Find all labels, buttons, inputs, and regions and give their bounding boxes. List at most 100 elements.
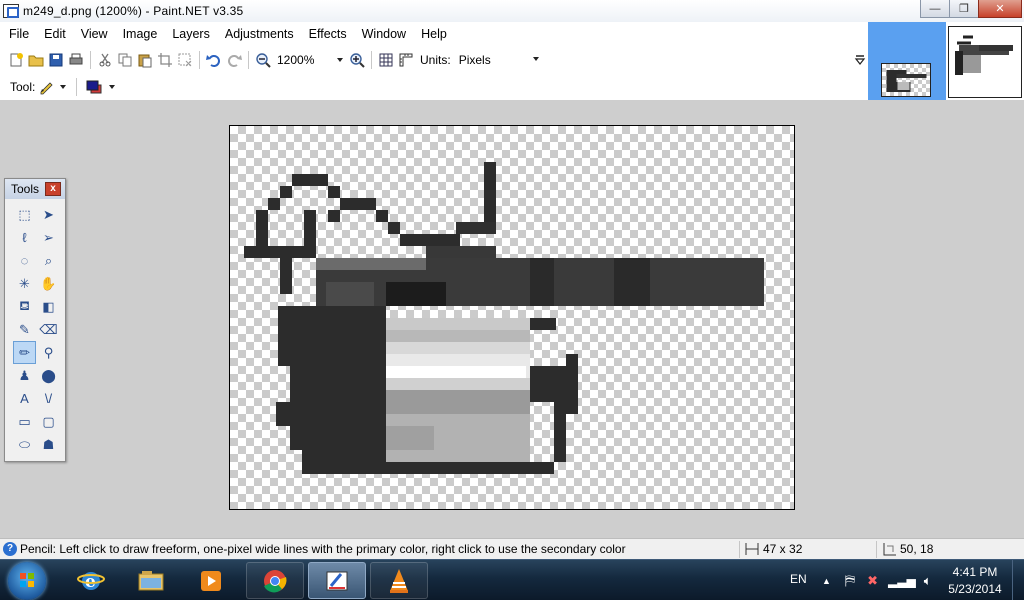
- taskbar-chrome[interactable]: [246, 562, 304, 599]
- toolbar-separator: [90, 50, 91, 69]
- lasso-select-icon: ℓ: [22, 230, 27, 245]
- tool-button[interactable]: ✏: [13, 341, 36, 364]
- taskbar-explorer[interactable]: [122, 562, 180, 599]
- cut-icon[interactable]: [95, 50, 114, 69]
- chrome-icon: [264, 569, 287, 592]
- tool-button[interactable]: ◌: [13, 249, 36, 272]
- image-tab-selected[interactable]: [868, 22, 946, 100]
- rectangle-icon: ▭: [18, 413, 31, 429]
- tool-button[interactable]: A: [13, 387, 36, 410]
- taskbar-vlc[interactable]: [370, 562, 428, 599]
- tool-button[interactable]: ⌕: [37, 249, 60, 272]
- tool-button[interactable]: ⌫: [37, 318, 60, 341]
- image-size-field: 47 x 32: [744, 542, 802, 556]
- window-controls: — ❐ ✕: [920, 0, 1022, 18]
- tool-button[interactable]: ◧: [37, 295, 60, 318]
- minimize-button[interactable]: —: [920, 0, 950, 18]
- current-tool-pencil-icon[interactable]: [38, 79, 54, 95]
- open-icon[interactable]: [26, 50, 45, 69]
- clock[interactable]: 4:41 PM 5/23/2014: [940, 564, 1010, 598]
- tool-button[interactable]: ➢: [37, 226, 60, 249]
- show-desktop-button[interactable]: [1012, 560, 1024, 600]
- rulers-icon[interactable]: [396, 50, 415, 69]
- text-icon: A: [20, 391, 29, 406]
- menu-view[interactable]: View: [75, 27, 114, 41]
- chevron-down-icon[interactable]: [60, 84, 67, 89]
- tool-button[interactable]: ▭: [13, 410, 36, 433]
- zoom-icon: ⌕: [44, 252, 53, 268]
- language-indicator[interactable]: EN: [790, 572, 807, 586]
- help-icon: ?: [3, 542, 17, 556]
- main-toolbar: 1200% Units: Pixels: [0, 46, 868, 73]
- menu-edit[interactable]: Edit: [38, 27, 72, 41]
- taskbar-media-player[interactable]: [182, 562, 240, 599]
- save-icon[interactable]: [46, 50, 65, 69]
- tools-close-button[interactable]: x: [45, 182, 61, 196]
- rectangle-select-icon: ⬚: [18, 206, 31, 222]
- volume-icon[interactable]: 🔈︎: [924, 573, 932, 589]
- color-swatch-icon[interactable]: [85, 79, 103, 95]
- status-bar: ? Pencil: Left click to draw freeform, o…: [0, 538, 1024, 559]
- taskbar-paintnet[interactable]: [308, 562, 366, 599]
- chevron-down-icon[interactable]: [109, 84, 116, 89]
- tool-button[interactable]: ▢: [37, 410, 60, 433]
- crop-to-selection-icon[interactable]: [155, 50, 174, 69]
- vlc-icon: [390, 568, 408, 593]
- deselect-icon[interactable]: [175, 50, 194, 69]
- toolbar-overflow-icon[interactable]: [854, 54, 866, 66]
- menu-adjustments[interactable]: Adjustments: [219, 27, 300, 41]
- action-center-icon[interactable]: ⛿: [845, 572, 855, 589]
- menu-help[interactable]: Help: [415, 27, 453, 41]
- image-thumbnail-second[interactable]: [948, 26, 1022, 98]
- menu-bar: File Edit View Image Layers Adjustments …: [0, 22, 868, 46]
- tool-button[interactable]: ✳: [13, 272, 36, 295]
- menu-effects[interactable]: Effects: [303, 27, 353, 41]
- tool-button[interactable]: ⬚: [13, 203, 36, 226]
- start-button[interactable]: [8, 562, 46, 600]
- color-picker-icon: ⚲: [43, 344, 54, 360]
- internet-explorer-icon: e: [77, 571, 105, 592]
- tool-button[interactable]: ➤: [37, 203, 60, 226]
- tool-button[interactable]: ⬤: [37, 364, 60, 387]
- new-image-icon[interactable]: [6, 50, 25, 69]
- paste-icon[interactable]: [135, 50, 154, 69]
- signal-strength-icon[interactable]: ▂▃▅: [888, 574, 916, 588]
- undo-icon[interactable]: [204, 50, 223, 69]
- copy-icon[interactable]: [115, 50, 134, 69]
- zoom-in-icon[interactable]: [347, 50, 366, 69]
- menu-file[interactable]: File: [3, 27, 35, 41]
- image-canvas[interactable]: [229, 125, 795, 510]
- tools-window-titlebar[interactable]: Tools x: [5, 179, 65, 199]
- tool-button[interactable]: ♟: [13, 364, 36, 387]
- paintnet-app-icon[interactable]: [3, 4, 19, 18]
- print-icon[interactable]: [66, 50, 85, 69]
- folder-icon: [138, 570, 164, 590]
- tool-button[interactable]: ⬭: [13, 433, 36, 456]
- tool-button[interactable]: ✋: [37, 272, 60, 295]
- tool-button[interactable]: ℓ: [13, 226, 36, 249]
- units-dropdown[interactable]: Pixels: [454, 49, 543, 70]
- menu-image[interactable]: Image: [117, 27, 164, 41]
- paintnet-icon: [326, 571, 348, 590]
- ellipse-select-icon: ◌: [20, 253, 29, 268]
- network-error-icon[interactable]: ✖: [867, 573, 878, 589]
- zoom-out-icon[interactable]: [253, 50, 272, 69]
- zoom-dropdown[interactable]: 1200%: [273, 50, 347, 69]
- tool-button[interactable]: ⛾: [13, 295, 36, 318]
- maximize-button[interactable]: ❐: [949, 0, 979, 18]
- menu-window[interactable]: Window: [356, 27, 412, 41]
- clock-date: 5/23/2014: [948, 582, 1002, 596]
- clone-stamp-icon: ♟: [18, 367, 31, 383]
- redo-icon[interactable]: [224, 50, 243, 69]
- media-player-icon: [201, 570, 221, 591]
- tool-button[interactable]: \/: [37, 387, 60, 410]
- grid-icon[interactable]: [376, 50, 395, 69]
- tool-button[interactable]: ⚲: [37, 341, 60, 364]
- show-hidden-icons-icon[interactable]: ▲: [822, 576, 831, 586]
- taskbar-internet-explorer[interactable]: e: [62, 562, 120, 599]
- menu-layers[interactable]: Layers: [166, 27, 216, 41]
- close-button[interactable]: ✕: [978, 0, 1022, 18]
- image-thumbnail-m249[interactable]: [881, 63, 931, 97]
- tool-button[interactable]: ☗: [37, 433, 60, 456]
- tool-button[interactable]: ✎: [13, 318, 36, 341]
